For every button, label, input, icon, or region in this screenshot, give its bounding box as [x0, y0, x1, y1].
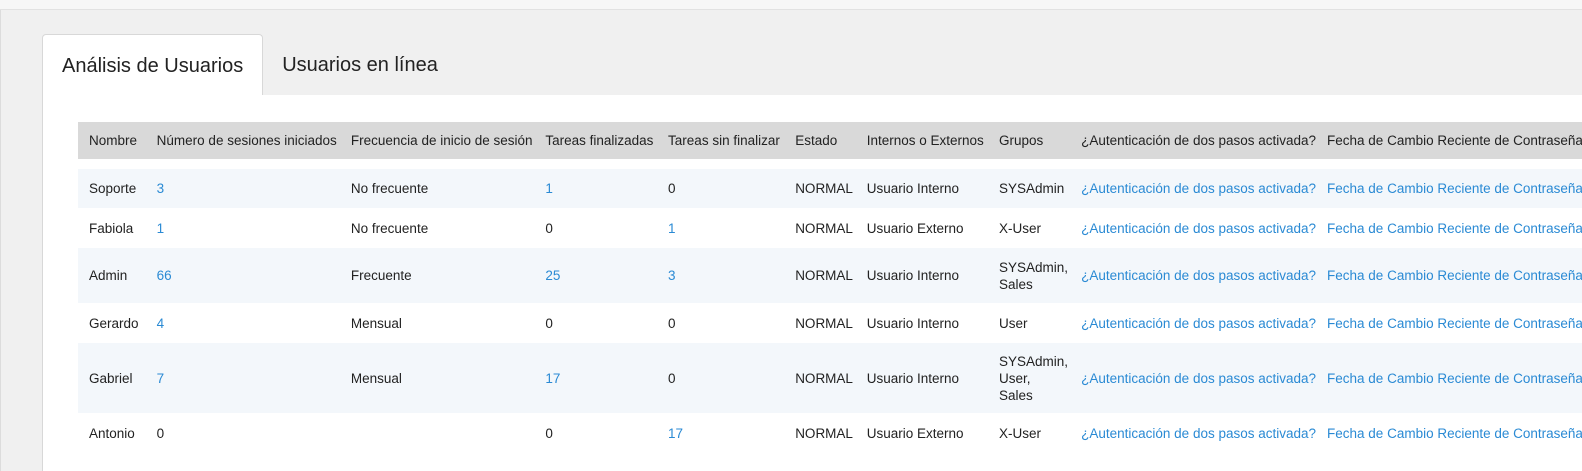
header-sesiones[interactable]: Número de sesiones iniciados: [145, 122, 340, 159]
cell-frecuencia: No frecuente: [339, 169, 535, 208]
top-bar: [0, 0, 1582, 10]
cell-tipo: Usuario Interno: [855, 169, 988, 208]
table-row: Gabriel 7 Mensual 17 0 NORMAL Usuario In…: [78, 343, 1582, 413]
header-fecha-cambio[interactable]: Fecha de Cambio Reciente de Contraseña: [1316, 122, 1582, 159]
cell-sin-finalizar-link[interactable]: 17: [657, 413, 785, 453]
cell-sin-finalizar: 0: [657, 169, 785, 208]
cell-autenticacion-link[interactable]: ¿Autenticación de dos pasos activada?: [1070, 208, 1317, 248]
cell-grupos: SYSAdmin, User, Sales: [988, 343, 1071, 413]
cell-fecha-link[interactable]: Fecha de Cambio Reciente de Contraseña: [1316, 248, 1582, 303]
cell-sin-finalizar-link[interactable]: 1: [657, 208, 785, 248]
cell-estado: NORMAL: [784, 169, 856, 208]
cell-tipo: Usuario Interno: [855, 248, 988, 303]
cell-fecha-link[interactable]: Fecha de Cambio Reciente de Contraseña: [1316, 343, 1582, 413]
cell-frecuencia: Mensual: [339, 343, 535, 413]
tab-usuarios-en-linea[interactable]: Usuarios en línea: [263, 34, 457, 95]
cell-finalizadas: 0: [534, 303, 658, 343]
cell-grupos: X-User: [988, 413, 1071, 453]
table-row: Gerardo 4 Mensual 0 0 NORMAL Usuario Int…: [78, 303, 1582, 343]
cell-nombre: Gabriel: [78, 343, 146, 413]
cell-finalizadas-link[interactable]: 17: [534, 343, 658, 413]
cell-tipo: Usuario Externo: [855, 208, 988, 248]
cell-tipo: Usuario Externo: [855, 413, 988, 453]
cell-finalizadas-link[interactable]: 25: [534, 248, 658, 303]
table-row: Antonio 0 0 17 NORMAL Usuario Externo X-…: [78, 413, 1582, 453]
cell-frecuencia: [339, 413, 535, 453]
cell-autenticacion-link[interactable]: ¿Autenticación de dos pasos activada?: [1070, 303, 1317, 343]
table-row: Admin 66 Frecuente 25 3 NORMAL Usuario I…: [78, 248, 1582, 303]
cell-estado: NORMAL: [784, 413, 856, 453]
header-frecuencia[interactable]: Frecuencia de inicio de sesión: [339, 122, 535, 159]
cell-estado: NORMAL: [784, 303, 856, 343]
header-autenticacion[interactable]: ¿Autenticación de dos pasos activada?: [1070, 122, 1317, 159]
cell-frecuencia: No frecuente: [339, 208, 535, 248]
header-grupos[interactable]: Grupos: [988, 122, 1071, 159]
cell-sesiones: 0: [145, 413, 340, 453]
cell-fecha-link[interactable]: Fecha de Cambio Reciente de Contraseña: [1316, 169, 1582, 208]
table-row: Soporte 3 No frecuente 1 0 NORMAL Usuari…: [78, 169, 1582, 208]
tab-content: Nombre Número de sesiones iniciados Frec…: [42, 95, 1582, 471]
spacer-row: [78, 159, 1582, 169]
tab-analisis-usuarios[interactable]: Análisis de Usuarios: [42, 34, 264, 97]
cell-estado: NORMAL: [784, 248, 856, 303]
cell-finalizadas: 0: [534, 208, 658, 248]
cell-finalizadas: 0: [534, 413, 658, 453]
cell-estado: NORMAL: [784, 208, 856, 248]
cell-grupos: SYSAdmin: [988, 169, 1071, 208]
cell-autenticacion-link[interactable]: ¿Autenticación de dos pasos activada?: [1070, 413, 1317, 453]
table-header-row: Nombre Número de sesiones iniciados Frec…: [78, 122, 1582, 159]
cell-nombre: Antonio: [78, 413, 146, 453]
cell-autenticacion-link[interactable]: ¿Autenticación de dos pasos activada?: [1070, 343, 1317, 413]
cell-frecuencia: Frecuente: [339, 248, 535, 303]
header-internos-externos[interactable]: Internos o Externos: [855, 122, 988, 159]
header-tareas-finalizadas[interactable]: Tareas finalizadas: [534, 122, 658, 159]
cell-sesiones-link[interactable]: 3: [145, 169, 340, 208]
cell-grupos: User: [988, 303, 1071, 343]
cell-fecha-link[interactable]: Fecha de Cambio Reciente de Contraseña: [1316, 413, 1582, 453]
tab-bar: Análisis de Usuarios Usuarios en línea: [42, 34, 457, 97]
cell-frecuencia: Mensual: [339, 303, 535, 343]
cell-nombre: Gerardo: [78, 303, 146, 343]
cell-autenticacion-link[interactable]: ¿Autenticación de dos pasos activada?: [1070, 248, 1317, 303]
cell-grupos: SYSAdmin, Sales: [988, 248, 1071, 303]
cell-grupos: X-User: [988, 208, 1071, 248]
cell-sesiones-link[interactable]: 7: [145, 343, 340, 413]
table-row: Fabiola 1 No frecuente 0 1 NORMAL Usuari…: [78, 208, 1582, 248]
cell-fecha-link[interactable]: Fecha de Cambio Reciente de Contraseña: [1316, 208, 1582, 248]
cell-sesiones-link[interactable]: 4: [145, 303, 340, 343]
cell-autenticacion-link[interactable]: ¿Autenticación de dos pasos activada?: [1070, 169, 1317, 208]
cell-finalizadas-link[interactable]: 1: [534, 169, 658, 208]
header-tareas-sin-finalizar[interactable]: Tareas sin finalizar: [657, 122, 785, 159]
cell-sesiones-link[interactable]: 66: [145, 248, 340, 303]
cell-tipo: Usuario Interno: [855, 343, 988, 413]
users-table: Nombre Número de sesiones iniciados Frec…: [78, 122, 1582, 453]
cell-nombre: Fabiola: [78, 208, 146, 248]
cell-sin-finalizar-link[interactable]: 3: [657, 248, 785, 303]
cell-nombre: Admin: [78, 248, 146, 303]
cell-nombre: Soporte: [78, 169, 146, 208]
cell-sin-finalizar: 0: [657, 343, 785, 413]
cell-tipo: Usuario Interno: [855, 303, 988, 343]
cell-sin-finalizar: 0: [657, 303, 785, 343]
cell-sesiones-link[interactable]: 1: [145, 208, 340, 248]
header-estado[interactable]: Estado: [784, 122, 856, 159]
header-nombre[interactable]: Nombre: [78, 122, 146, 159]
cell-estado: NORMAL: [784, 343, 856, 413]
cell-fecha-link[interactable]: Fecha de Cambio Reciente de Contraseña: [1316, 303, 1582, 343]
